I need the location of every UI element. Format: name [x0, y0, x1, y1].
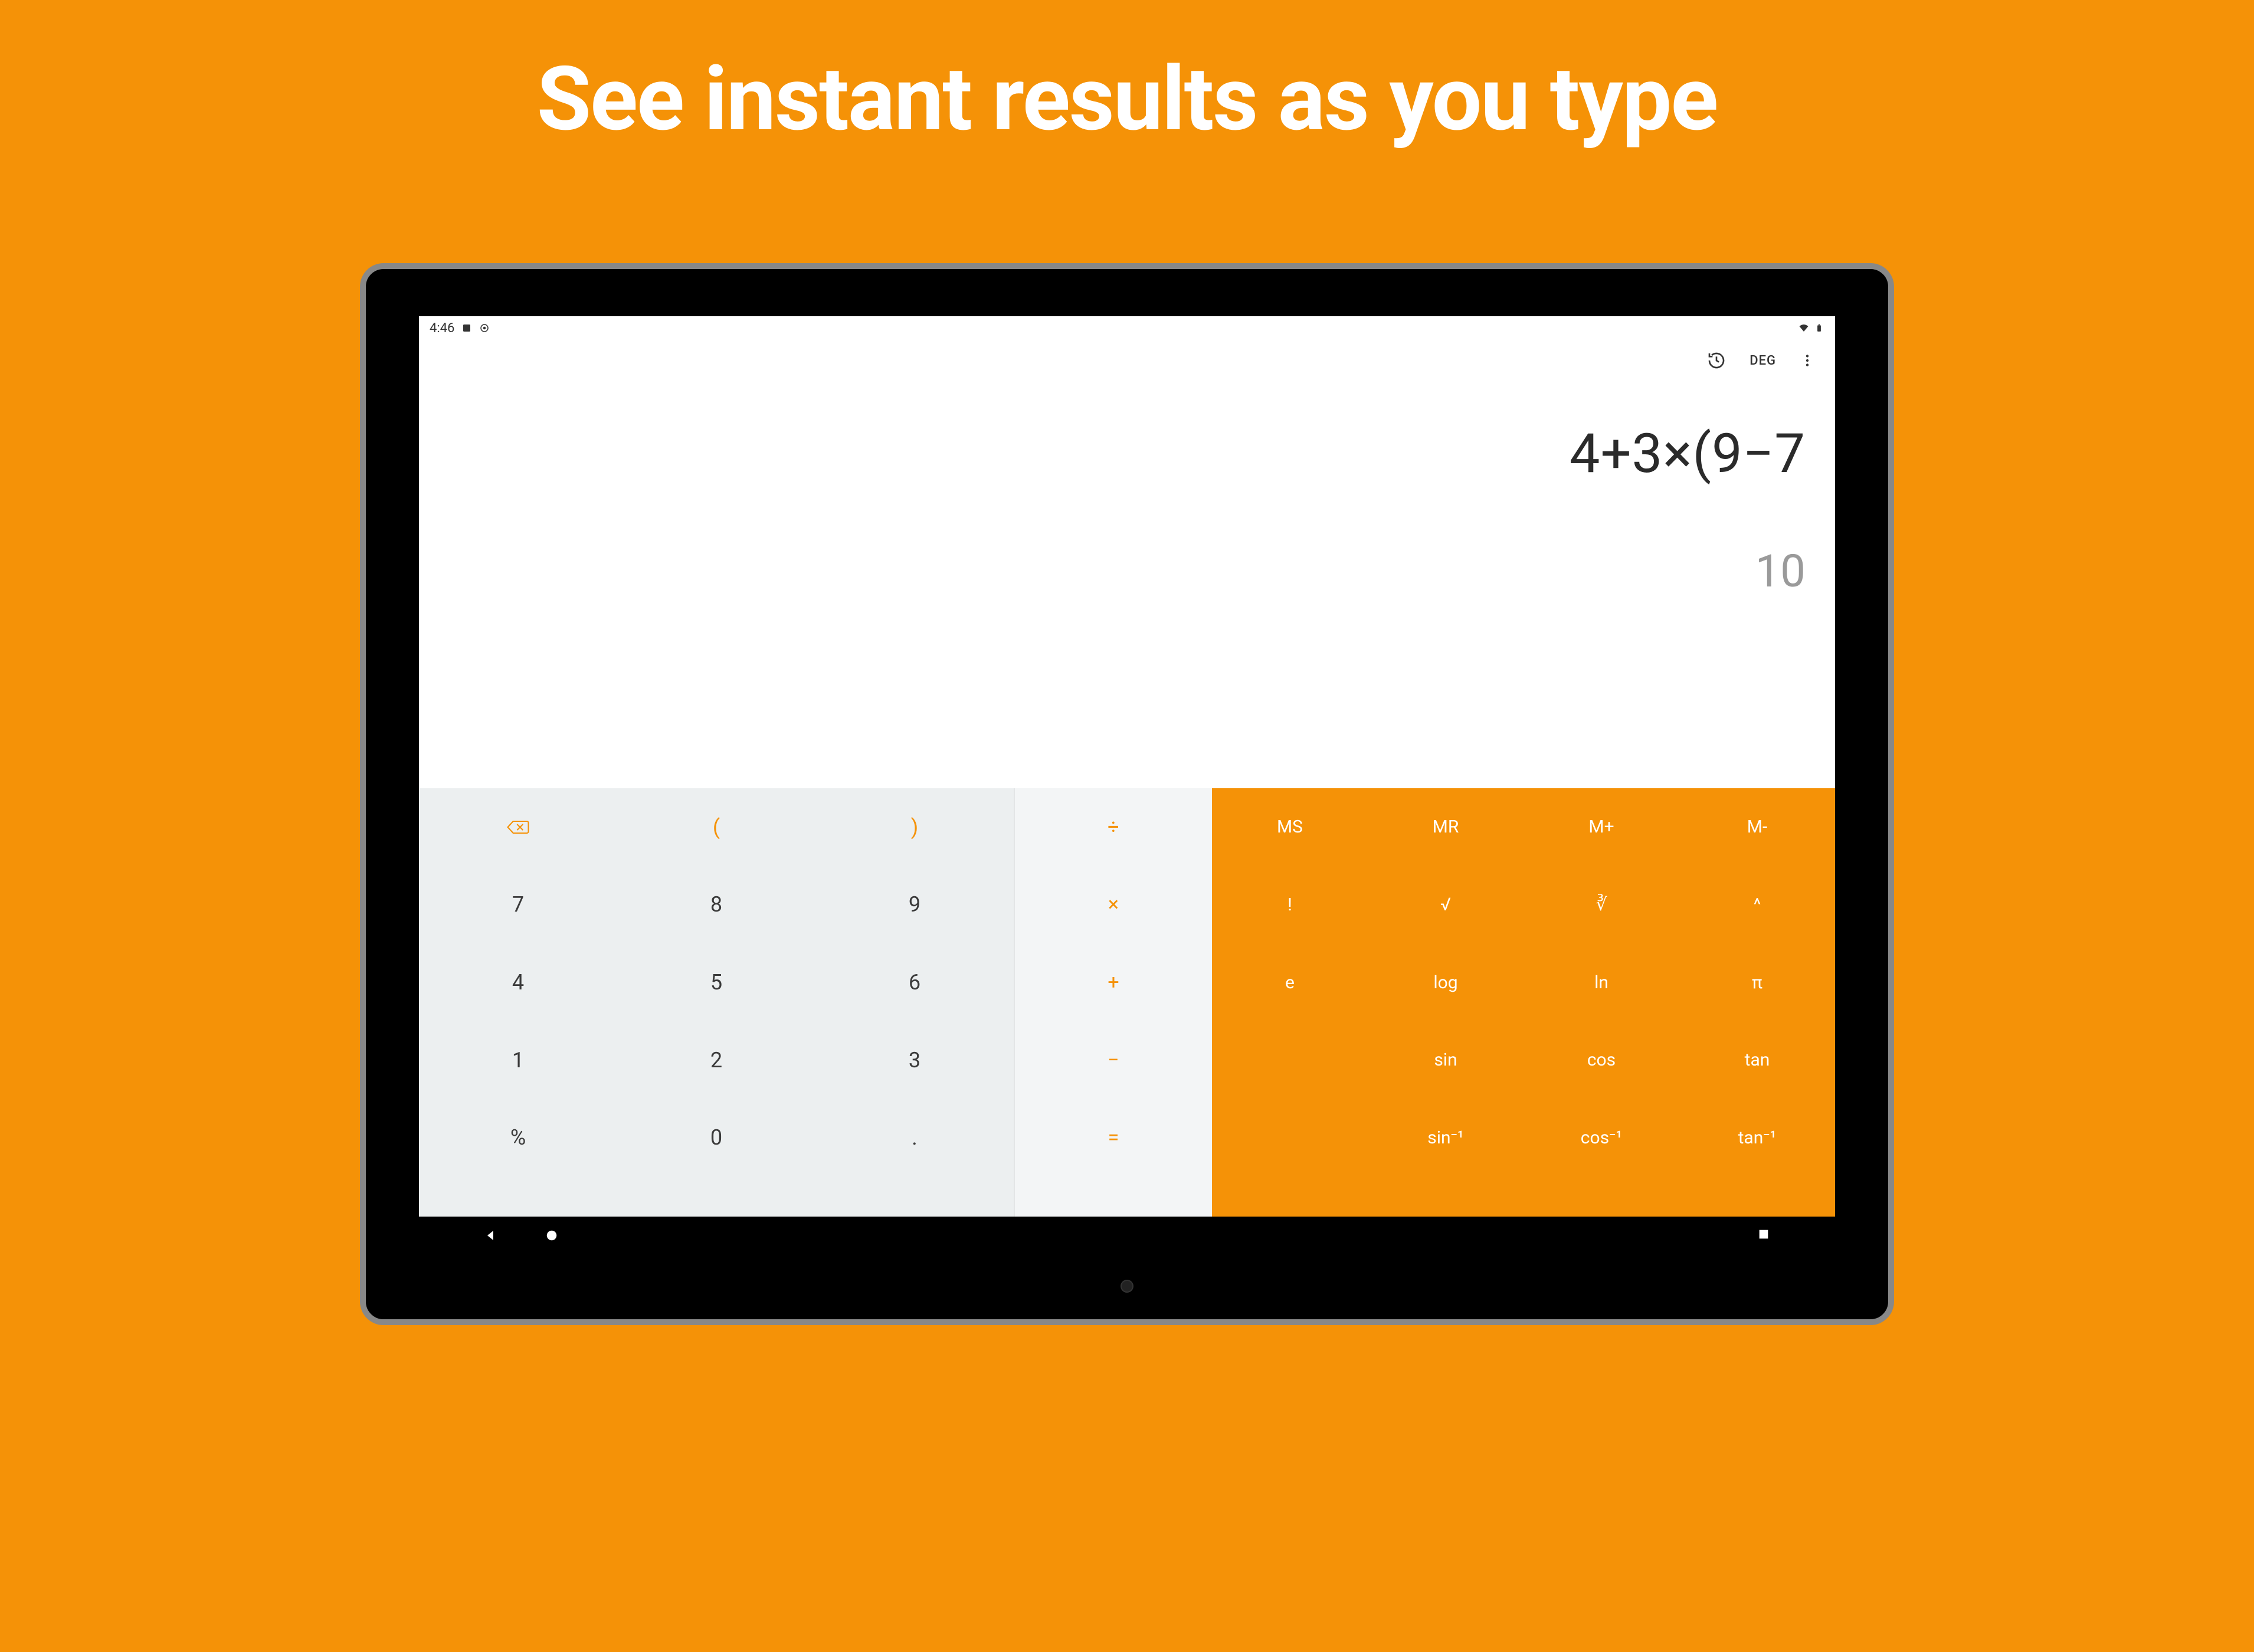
paren-close-button[interactable]: ) [815, 788, 1014, 866]
ln-button[interactable]: ln [1524, 943, 1679, 1021]
digit-8-button[interactable]: 8 [617, 866, 815, 944]
sci-pad-spacer-1 [1212, 1021, 1368, 1099]
app-toolbar: DEG [419, 340, 1835, 381]
digit-2-button[interactable]: 2 [617, 1021, 815, 1099]
promo-headline: See instant results as you type [537, 47, 1718, 151]
decimal-point-button[interactable]: . [815, 1099, 1014, 1177]
memory-store-button[interactable]: MS [1212, 788, 1368, 866]
memory-recall-button[interactable]: MR [1368, 788, 1524, 866]
tablet-camera [1121, 1280, 1133, 1293]
cos-button[interactable]: cos [1524, 1021, 1679, 1099]
nav-home-icon[interactable] [545, 1229, 558, 1242]
minus-button[interactable]: − [1015, 1021, 1212, 1099]
expression-text: 4+3×(9−7 [1570, 422, 1806, 486]
digit-3-button[interactable]: 3 [815, 1021, 1014, 1099]
scientific-pad: MS MR M+ M- ! √ ∛ ^ e log ln π sin cos t… [1212, 788, 1835, 1254]
digit-4-button[interactable]: 4 [419, 943, 617, 1021]
backspace-button[interactable] [419, 788, 617, 866]
multiply-button[interactable]: × [1015, 866, 1212, 944]
more-menu-icon[interactable] [1800, 353, 1815, 368]
asin-button[interactable]: sin⁻¹ [1368, 1099, 1524, 1177]
digit-5-button[interactable]: 5 [617, 943, 815, 1021]
log-button[interactable]: log [1368, 943, 1524, 1021]
notification-icon [461, 323, 472, 333]
memory-plus-button[interactable]: M+ [1524, 788, 1679, 866]
digit-9-button[interactable]: 9 [815, 866, 1014, 944]
tablet-frame: 4:46 [360, 263, 1894, 1325]
battery-icon [1814, 323, 1824, 333]
atan-button[interactable]: tan⁻¹ [1679, 1099, 1835, 1177]
factorial-button[interactable]: ! [1212, 866, 1368, 944]
cbrt-button[interactable]: ∛ [1524, 866, 1679, 944]
sci-pad-spacer-2 [1212, 1099, 1368, 1177]
app-notification-icon [479, 323, 490, 333]
digit-0-button[interactable]: 0 [617, 1099, 815, 1177]
android-status-bar: 4:46 [419, 316, 1835, 340]
keypad: ( ) 7 8 9 4 5 6 1 2 3 % 0 . ÷ × + − [419, 788, 1835, 1254]
digit-6-button[interactable]: 6 [815, 943, 1014, 1021]
android-nav-bar [419, 1217, 1835, 1254]
power-button[interactable]: ^ [1679, 866, 1835, 944]
tan-button[interactable]: tan [1679, 1021, 1835, 1099]
pi-button[interactable]: π [1679, 943, 1835, 1021]
nav-recents-icon[interactable] [1757, 1228, 1770, 1241]
history-icon[interactable] [1707, 351, 1726, 370]
tablet-screen: 4:46 [419, 316, 1835, 1254]
sqrt-button[interactable]: √ [1368, 866, 1524, 944]
divide-button[interactable]: ÷ [1015, 788, 1212, 866]
digit-1-button[interactable]: 1 [419, 1021, 617, 1099]
plus-button[interactable]: + [1015, 943, 1212, 1021]
wifi-icon [1798, 323, 1809, 333]
status-bar-left: 4:46 [430, 321, 490, 336]
operators-pad: ÷ × + − = [1014, 788, 1212, 1254]
equals-button[interactable]: = [1015, 1099, 1212, 1177]
sin-button[interactable]: sin [1368, 1021, 1524, 1099]
result-text: 10 [1755, 545, 1806, 598]
percent-button[interactable]: % [419, 1099, 617, 1177]
memory-minus-button[interactable]: M- [1679, 788, 1835, 866]
acos-button[interactable]: cos⁻¹ [1524, 1099, 1679, 1177]
paren-open-button[interactable]: ( [617, 788, 815, 866]
numeric-pad: ( ) 7 8 9 4 5 6 1 2 3 % 0 . [419, 788, 1014, 1254]
status-bar-right [1798, 323, 1824, 333]
status-time: 4:46 [430, 321, 454, 336]
euler-e-button[interactable]: e [1212, 943, 1368, 1021]
digit-7-button[interactable]: 7 [419, 866, 617, 944]
calculator-display[interactable]: 4+3×(9−7 10 [419, 381, 1835, 788]
angle-mode-toggle[interactable]: DEG [1750, 353, 1776, 368]
nav-back-icon[interactable] [484, 1228, 498, 1243]
